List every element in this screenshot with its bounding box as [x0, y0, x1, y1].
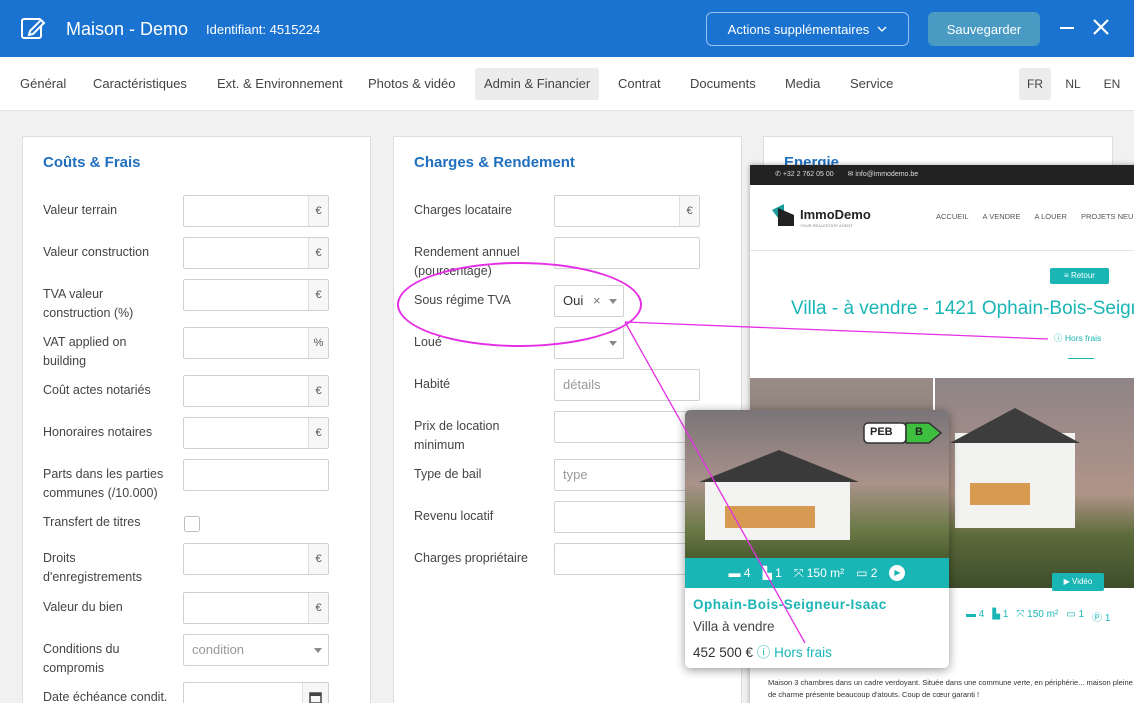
connector-line-card	[624, 321, 806, 644]
connector-line-website	[624, 321, 1049, 340]
annotation-lines	[624, 321, 1049, 644]
